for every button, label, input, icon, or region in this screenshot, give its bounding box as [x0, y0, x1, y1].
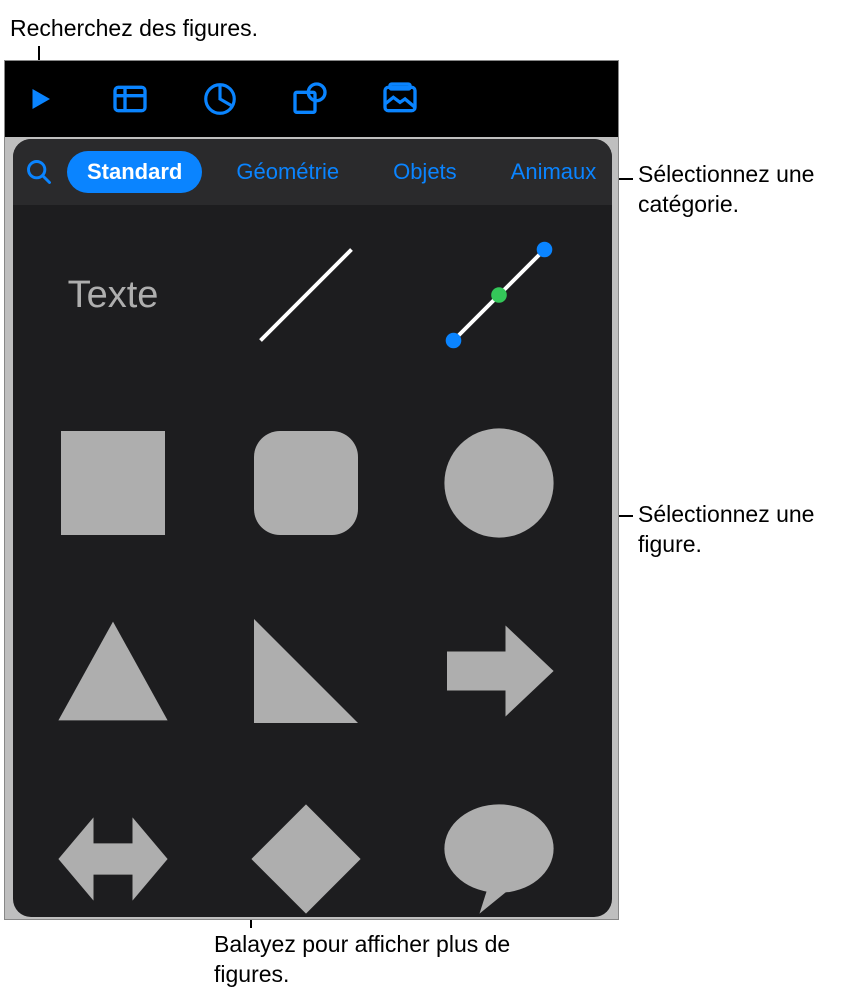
tab-standard[interactable]: Standard	[67, 151, 202, 193]
shapes-popover: Standard Géométrie Objets Animaux Texte	[13, 139, 612, 917]
shape-speech-bubble[interactable]	[429, 789, 569, 917]
shape-text[interactable]: Texte	[43, 225, 183, 365]
callout-line	[617, 178, 633, 180]
shape-curve[interactable]	[429, 225, 569, 365]
chart-icon[interactable]	[195, 74, 245, 124]
popover-header: Standard Géométrie Objets Animaux	[13, 139, 612, 205]
shape-line[interactable]	[236, 225, 376, 365]
callout-search: Recherchez des figures.	[10, 14, 258, 44]
callout-shape: Sélectionnez une figure.	[638, 500, 848, 560]
shape-circle[interactable]	[429, 413, 569, 553]
shape-double-arrow[interactable]	[43, 789, 183, 917]
shape-diamond[interactable]	[236, 789, 376, 917]
shapes-grid: Texte	[13, 205, 612, 917]
shape-rounded-square[interactable]	[236, 413, 376, 553]
app-window: Standard Géométrie Objets Animaux Texte	[4, 60, 619, 920]
callout-category: Sélectionnez une catégorie.	[638, 160, 848, 220]
callout-line	[617, 515, 633, 517]
search-icon[interactable]	[25, 156, 53, 188]
play-icon[interactable]	[15, 74, 65, 124]
shape-text-label: Texte	[68, 274, 159, 317]
toolbar	[5, 61, 618, 137]
shape-arrow-right[interactable]	[429, 601, 569, 741]
tab-geometry[interactable]: Géométrie	[216, 151, 359, 193]
shape-square[interactable]	[43, 413, 183, 553]
shape-triangle[interactable]	[43, 601, 183, 741]
table-icon[interactable]	[105, 74, 155, 124]
callout-swipe: Balayez pour afficher plus de figures.	[214, 930, 514, 990]
shape-right-triangle[interactable]	[236, 601, 376, 741]
tab-objects[interactable]: Objets	[373, 151, 477, 193]
tab-animals[interactable]: Animaux	[491, 151, 612, 193]
media-icon[interactable]	[375, 74, 425, 124]
shapes-icon[interactable]	[285, 74, 335, 124]
